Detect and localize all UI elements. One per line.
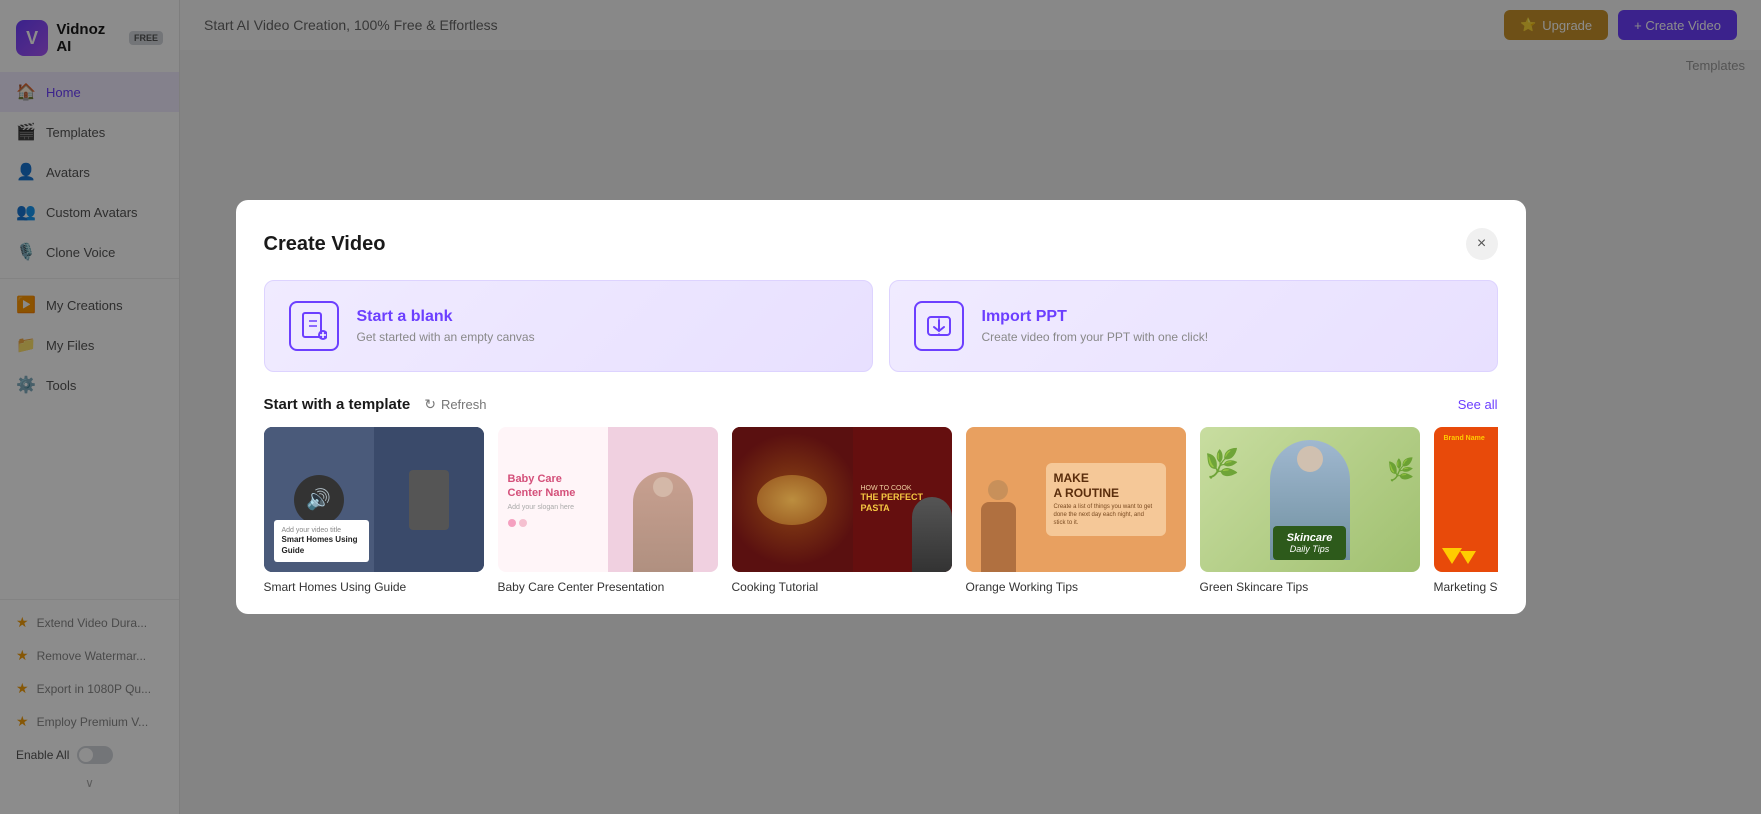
blank-option-desc: Get started with an empty canvas	[357, 330, 535, 344]
template-card-orange[interactable]: MAKEA ROUTINE Create a list of things yo…	[966, 427, 1186, 594]
see-all-button[interactable]: See all	[1458, 397, 1498, 412]
blank-icon	[289, 301, 339, 351]
blank-option-texts: Start a blank Get started with an empty …	[357, 308, 535, 344]
baby-care-title-display: Baby Care Center Name	[508, 472, 598, 501]
baby-care-slogan: Add your slogan here	[508, 504, 598, 511]
template-section-title: Start with a template	[264, 396, 411, 413]
refresh-button[interactable]: ↻ Refresh	[424, 396, 486, 413]
template-name-marketing: Marketing Strategy Tips	[1434, 580, 1498, 594]
create-video-modal: Create Video × Start a blank Get started…	[236, 200, 1526, 614]
smart-homes-overlay-title: Add your video title	[282, 526, 361, 535]
template-thumb-baby-care: Baby Care Center Name Add your slogan he…	[498, 427, 718, 572]
template-name-baby-care: Baby Care Center Presentation	[498, 580, 718, 594]
refresh-icon: ↻	[424, 396, 436, 413]
template-name-skincare: Green Skincare Tips	[1200, 580, 1420, 594]
template-card-smart-homes[interactable]: 🔊 Add your video title Smart Homes Using…	[264, 427, 484, 594]
template-name-smart-homes: Smart Homes Using Guide	[264, 580, 484, 594]
ppt-option-texts: Import PPT Create video from your PPT wi…	[982, 308, 1209, 344]
template-thumb-cooking: How to cook THE PERFECT PASTA	[732, 427, 952, 572]
template-section-header: Start with a template ↻ Refresh See all	[264, 396, 1498, 413]
modal-close-button[interactable]: ×	[1466, 228, 1498, 260]
template-card-cooking[interactable]: How to cook THE PERFECT PASTA Cooking Tu…	[732, 427, 952, 594]
ppt-icon	[914, 301, 964, 351]
ppt-option-card[interactable]: Import PPT Create video from your PPT wi…	[889, 280, 1498, 372]
modal-title: Create Video	[264, 233, 386, 256]
modal-header: Create Video ×	[264, 228, 1498, 260]
template-card-baby-care[interactable]: Baby Care Center Name Add your slogan he…	[498, 427, 718, 594]
skincare-badge-line2: Daily Tips	[1287, 544, 1333, 554]
template-name-cooking: Cooking Tutorial	[732, 580, 952, 594]
ppt-option-desc: Create video from your PPT with one clic…	[982, 330, 1209, 344]
template-thumb-marketing: Brand Name MARKETINGSTRATEGY www.yoursit…	[1434, 427, 1498, 572]
blank-option-title: Start a blank	[357, 308, 535, 326]
template-thumb-skincare: 🌿 🌿 Skincare Daily Tips	[1200, 427, 1420, 572]
template-card-marketing[interactable]: Brand Name MARKETINGSTRATEGY www.yoursit…	[1434, 427, 1498, 594]
template-thumb-smart-homes: 🔊 Add your video title Smart Homes Using…	[264, 427, 484, 572]
template-card-skincare[interactable]: 🌿 🌿 Skincare Daily Tips Green Skincare T…	[1200, 427, 1420, 594]
refresh-label: Refresh	[441, 397, 487, 412]
see-all-label: See all	[1458, 397, 1498, 412]
close-icon: ×	[1477, 235, 1486, 253]
template-grid: 🔊 Add your video title Smart Homes Using…	[264, 427, 1498, 614]
blank-option-card[interactable]: Start a blank Get started with an empty …	[264, 280, 873, 372]
ppt-option-title: Import PPT	[982, 308, 1209, 326]
template-name-orange: Orange Working Tips	[966, 580, 1186, 594]
template-thumb-orange: MAKEA ROUTINE Create a list of things yo…	[966, 427, 1186, 572]
skincare-badge-line1: Skincare	[1287, 532, 1333, 544]
template-section-left: Start with a template ↻ Refresh	[264, 396, 487, 413]
option-cards: Start a blank Get started with an empty …	[264, 280, 1498, 372]
smart-homes-subtitle: Smart Homes Using Guide	[282, 535, 361, 556]
